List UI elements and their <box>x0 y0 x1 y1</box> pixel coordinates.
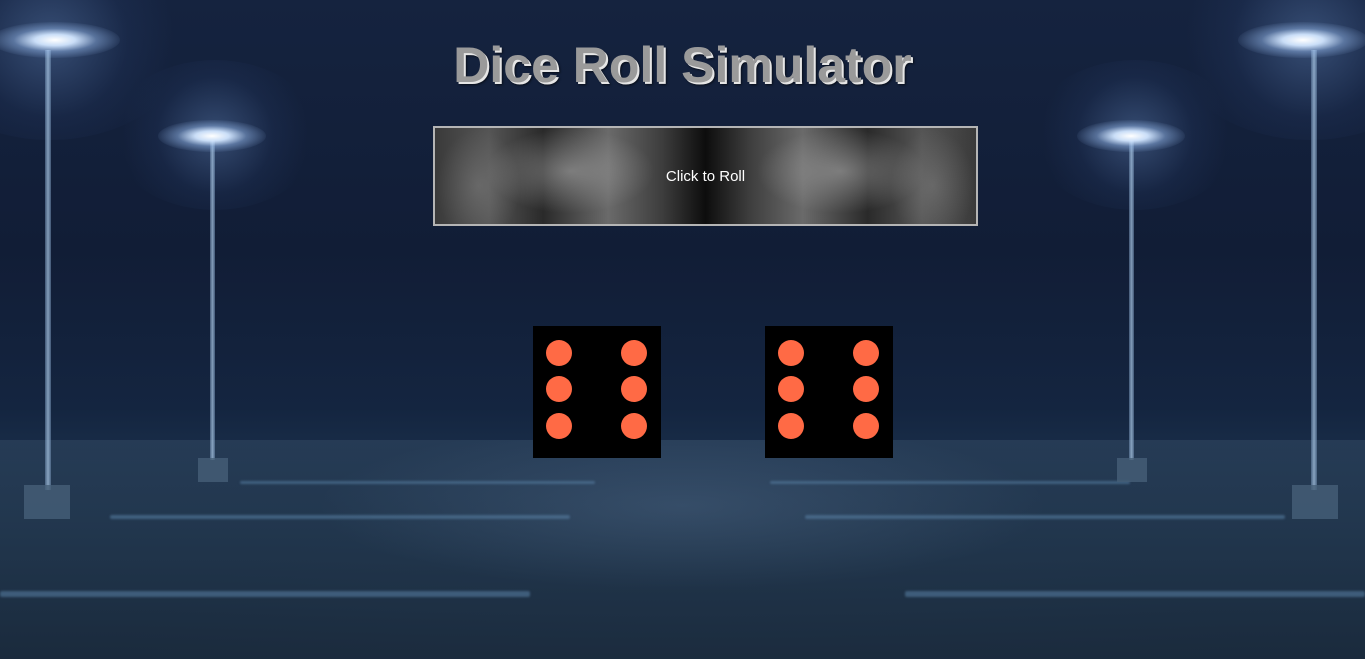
lamp-pole <box>1311 50 1317 490</box>
lane-marking <box>805 515 1285 519</box>
die-right <box>765 326 893 458</box>
die-pip <box>778 376 804 402</box>
page-title: Dice Roll Simulator <box>453 37 912 93</box>
die-pip <box>546 413 572 439</box>
die-pip <box>778 340 804 366</box>
street-light-icon <box>158 120 266 152</box>
die-pip <box>778 413 804 439</box>
lane-marking <box>0 591 530 597</box>
lane-marking <box>770 481 1130 484</box>
lamp-pole <box>210 140 215 460</box>
die-pip <box>621 413 647 439</box>
background-scene <box>0 0 1365 659</box>
lamp-pole-base <box>198 458 228 482</box>
lane-marking <box>240 481 595 484</box>
die-pip <box>546 340 572 366</box>
die-pip <box>853 413 879 439</box>
roll-button-label: Click to Roll <box>665 167 746 185</box>
lane-marking <box>905 591 1365 597</box>
lamp-pole <box>45 50 51 490</box>
die-pip <box>546 376 572 402</box>
lane-marking <box>110 515 570 519</box>
roll-button[interactable]: Click to Roll <box>433 126 978 226</box>
die-pip <box>853 376 879 402</box>
die-left <box>533 326 661 458</box>
lamp-pole-base <box>24 485 70 519</box>
lamp-pole-base <box>1292 485 1338 519</box>
street-light-icon <box>1077 120 1185 152</box>
lamp-pole-base <box>1117 458 1147 482</box>
die-pip <box>853 340 879 366</box>
die-pip <box>621 340 647 366</box>
lamp-pole <box>1129 140 1134 460</box>
die-pip <box>621 376 647 402</box>
